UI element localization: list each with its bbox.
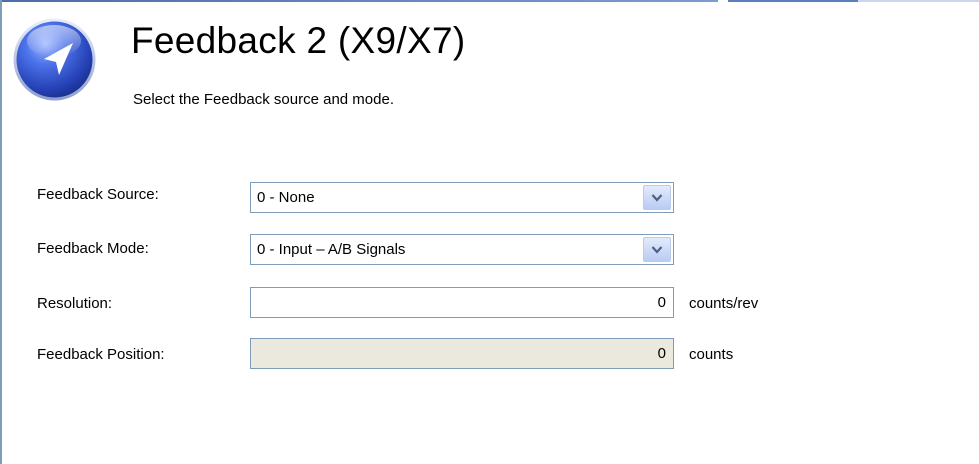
- resolution-label: Resolution:: [37, 295, 113, 312]
- feedback-position-value: 0: [657, 345, 666, 362]
- left-border: [0, 0, 2, 464]
- feedback-mode-dropdown[interactable]: 0 - Input – A/B Signals: [250, 234, 674, 265]
- feedback-mode-dropdown-button[interactable]: [643, 237, 671, 262]
- feedback-position-field: 0: [250, 338, 674, 369]
- feedback-mode-value: 0 - Input – A/B Signals: [257, 241, 406, 258]
- top-border: [2, 0, 979, 3]
- feedback-source-value: 0 - None: [257, 189, 315, 206]
- feedback-mode-label: Feedback Mode:: [37, 240, 149, 257]
- feedback-source-dropdown-button[interactable]: [643, 185, 671, 210]
- resolution-unit: counts/rev: [689, 295, 759, 312]
- feedback-source-label: Feedback Source:: [37, 186, 159, 203]
- feedback-source-dropdown[interactable]: 0 - None: [250, 182, 674, 213]
- feedback-arrow-icon: [12, 17, 97, 102]
- feedback-position-unit: counts: [689, 346, 734, 363]
- feedback-position-label: Feedback Position:: [37, 346, 165, 363]
- resolution-value: 0: [657, 294, 666, 311]
- resolution-input[interactable]: 0: [250, 287, 674, 318]
- page-subtitle: Select the Feedback source and mode.: [133, 91, 394, 108]
- page-title: Feedback 2 (X9/X7): [131, 20, 466, 61]
- feedback-2-page: Feedback 2 (X9/X7) Select the Feedback s…: [0, 0, 979, 464]
